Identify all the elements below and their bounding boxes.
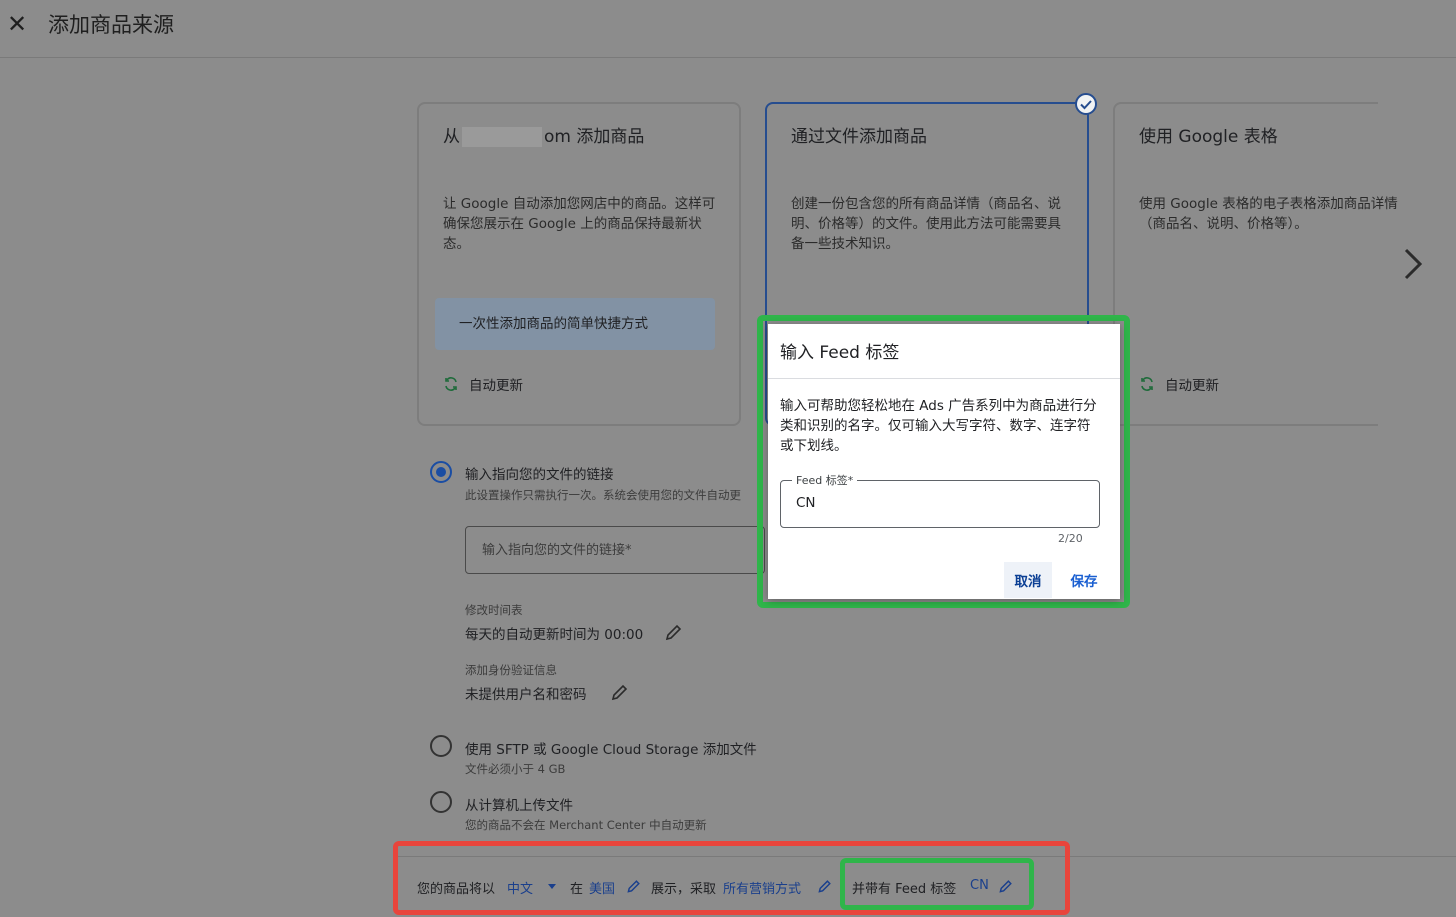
card-description: 创建一份包含您的所有商品详情（商品名、说明、价格等）的文件。使用此方法可能需要具…: [791, 196, 1061, 252]
card-footer: 自动更新: [1139, 374, 1219, 394]
card-footer: 自动更新: [443, 374, 523, 394]
edit-auth-icon[interactable]: [610, 682, 630, 702]
source-card-sheets[interactable]: 使用 Google 表格 使用 Google 表格的电子表格添加商品详情（商品名…: [1113, 102, 1398, 426]
save-button[interactable]: 保存: [1064, 562, 1104, 598]
option-label-link: 输入指向您的文件的链接: [465, 467, 614, 483]
feed-label-field-label: Feed 标签*: [792, 472, 858, 488]
source-card-website[interactable]: 从 om 添加商品 让 Google 自动添加您网店中的商品。这样可确保您展示在 …: [417, 102, 741, 426]
card-title-prefix: 从: [443, 127, 460, 147]
option-label-upload: 从计算机上传文件: [465, 798, 573, 814]
file-link-input[interactable]: 输入指向您的文件的链接*: [465, 526, 765, 574]
dialog-divider: [768, 378, 1120, 379]
card-title: 从 om 添加商品: [443, 122, 644, 147]
card-description: 让 Google 自动添加您网店中的商品。这样可确保您展示在 Google 上的…: [443, 196, 716, 252]
option-sub-link: 此设置操作只需执行一次。系统会使用您的文件自动更: [465, 488, 741, 502]
check-circle-icon: [1075, 93, 1097, 115]
radio-sftp[interactable]: [430, 735, 452, 757]
highlight-green-box: [840, 858, 1034, 910]
option-label-sftp: 使用 SFTP 或 Google Cloud Storage 添加文件: [465, 742, 757, 758]
cancel-button[interactable]: 取消: [1004, 562, 1052, 598]
auth-caption: 添加身份验证信息: [465, 663, 557, 677]
card-description: 使用 Google 表格的电子表格添加商品详情（商品名、说明、价格等）。: [1139, 196, 1398, 232]
radio-file-link[interactable]: [430, 461, 452, 483]
card-title: 通过文件添加商品: [791, 127, 927, 147]
edit-schedule-icon[interactable]: [664, 622, 684, 642]
schedule-caption: 修改时间表: [465, 603, 523, 617]
redacted-domain: [462, 127, 542, 147]
auth-value: 未提供用户名和密码: [465, 687, 587, 703]
chevron-right-icon[interactable]: [1396, 242, 1430, 286]
sync-icon: [1141, 377, 1153, 391]
option-sub-sftp: 文件必须小于 4 GB: [465, 762, 566, 776]
char-counter: 2/20: [1058, 532, 1083, 545]
option-sub-upload: 您的商品不会在 Merchant Center 中自动更新: [465, 818, 707, 832]
auto-update-label: 自动更新: [1165, 378, 1219, 394]
top-bar: ✕ 添加商品来源: [0, 0, 1456, 58]
close-icon[interactable]: ✕: [4, 10, 30, 38]
feed-label-dialog: 输入 Feed 标签 输入可帮助您轻松地在 Ads 广告系列中为商品进行分类和识…: [768, 324, 1120, 599]
card-title: 使用 Google 表格: [1139, 127, 1278, 147]
radio-upload[interactable]: [430, 791, 452, 813]
card-title-suffix: om 添加商品: [544, 127, 645, 147]
sync-icon: [445, 377, 457, 391]
schedule-value: 每天的自动更新时间为 00:00: [465, 627, 644, 643]
dialog-title: 输入 Feed 标签: [780, 343, 900, 363]
feed-label-value[interactable]: CN: [796, 495, 816, 511]
page-title: 添加商品来源: [48, 13, 174, 37]
dialog-body: 输入可帮助您轻松地在 Ads 广告系列中为商品进行分类和识别的名字。仅可输入大写…: [780, 398, 1097, 454]
auto-update-label: 自动更新: [469, 378, 523, 394]
card-chip: 一次性添加商品的简单快捷方式: [435, 298, 715, 350]
